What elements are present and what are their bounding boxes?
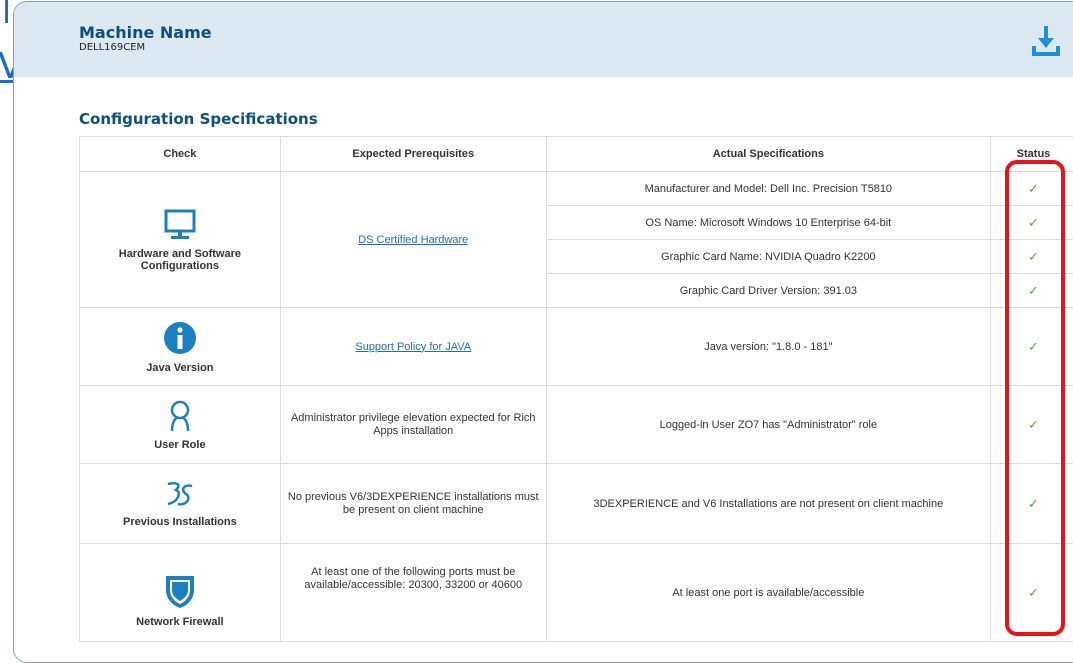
expected-network-firewall: At least one of the following ports must… — [280, 544, 546, 642]
table-row: Hardware and Software Configurations DS … — [80, 172, 1073, 206]
3ds-logo-icon — [162, 480, 198, 510]
header-actual: Actual Specifications — [546, 137, 990, 172]
table-header-row: Check Expected Prerequisites Actual Spec… — [80, 137, 1073, 172]
machine-name-label: Machine Name — [79, 23, 212, 42]
shield-icon — [162, 572, 198, 610]
check-java: Java Version — [80, 308, 281, 386]
expected-text: At least one of the following ports must… — [304, 566, 522, 591]
user-icon — [162, 399, 198, 433]
actual-value: Manufacturer and Model: Dell Inc. Precis… — [546, 172, 990, 206]
actual-value: 3DEXPERIENCE and V6 Installations are no… — [546, 464, 990, 544]
expected-previous-installations: No previous V6/3DEXPERIENCE installation… — [280, 464, 546, 544]
configuration-table: Check Expected Prerequisites Actual Spec… — [79, 136, 1073, 642]
check-label: Network Firewall — [86, 616, 274, 628]
actual-value: Java version: "1.8.0 - 181" — [546, 308, 990, 386]
status-highlight-box — [1005, 160, 1065, 636]
section-title: Configuration Specifications — [79, 110, 318, 128]
check-label: Hardware and Software Configurations — [86, 248, 274, 272]
check-user-role: User Role — [80, 386, 281, 464]
actual-value: Graphic Card Name: NVIDIA Quadro K2200 — [546, 240, 990, 274]
check-previous-installations: Previous Installations — [80, 464, 281, 544]
check-label: Previous Installations — [86, 516, 274, 528]
info-icon — [162, 320, 198, 356]
monitor-icon — [162, 208, 198, 242]
machine-name-value: DELL169CEM — [79, 42, 145, 53]
table-row: Java Version Support Policy for JAVA Jav… — [80, 308, 1073, 386]
header-check: Check — [80, 137, 281, 172]
check-network-firewall: Network Firewall — [80, 544, 281, 642]
actual-value: Graphic Card Driver Version: 391.03 — [546, 274, 990, 308]
actual-value: Logged-in User ZO7 has "Administrator" r… — [546, 386, 990, 464]
background-text-fragment: ıl — [0, 0, 11, 31]
expected-user-role: Administrator privilege elevation expect… — [280, 386, 546, 464]
expected-java: Support Policy for JAVA — [280, 308, 546, 386]
check-hardware: Hardware and Software Configurations — [80, 172, 281, 308]
check-label: User Role — [86, 439, 274, 451]
table-row: Network Firewall At least one of the fol… — [80, 544, 1073, 642]
expected-text: Administrator privilege elevation expect… — [291, 412, 536, 437]
ds-certified-hardware-link[interactable]: DS Certified Hardware — [358, 234, 468, 246]
download-icon[interactable] — [1031, 24, 1061, 58]
check-label: Java Version — [86, 362, 274, 374]
actual-value: At least one port is available/accessibl… — [546, 544, 990, 642]
header-expected: Expected Prerequisites — [280, 137, 546, 172]
table-row: User Role Administrator privilege elevat… — [80, 386, 1073, 464]
panel-header: Machine Name DELL169CEM — [14, 2, 1073, 77]
expected-hardware: DS Certified Hardware — [280, 172, 546, 308]
expected-text: No previous V6/3DEXPERIENCE installation… — [288, 491, 539, 516]
table-row: Previous Installations No previous V6/3D… — [80, 464, 1073, 544]
actual-value: OS Name: Microsoft Windows 10 Enterprise… — [546, 206, 990, 240]
machine-check-panel: Machine Name DELL169CEM Configuration Sp… — [13, 1, 1073, 663]
java-support-policy-link[interactable]: Support Policy for JAVA — [355, 341, 471, 353]
